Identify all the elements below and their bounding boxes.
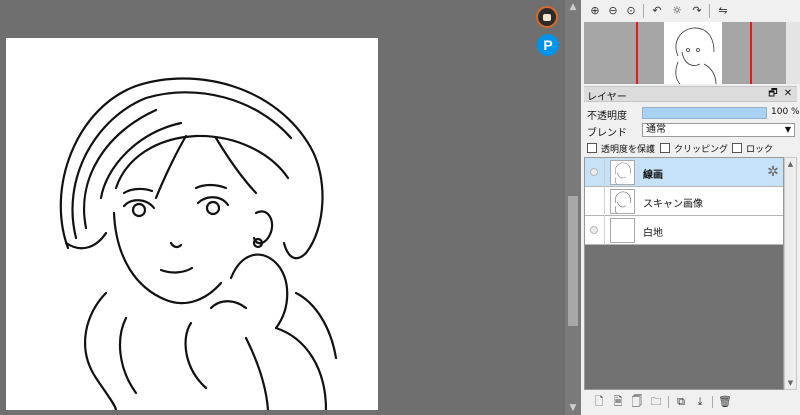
new-folder-icon[interactable]: 🗀 [649, 395, 663, 409]
flip-icon[interactable]: ⇋ [715, 3, 731, 19]
layer-panel-title: レイヤー [587, 92, 627, 103]
view-bound-left [636, 22, 638, 84]
zoom-out-icon[interactable]: ⊖ [605, 3, 621, 19]
toolbar-divider [668, 396, 669, 408]
merge-down-icon[interactable]: ⤓ [693, 395, 707, 409]
layer-panel-header: レイヤー 🗗 ✕ [584, 86, 797, 103]
navigator-toolbar: ⊕ ⊖ ⊙ ↶ ☼ ↷ ⇋ [581, 0, 800, 22]
opacity-label: 不透明度 [587, 111, 627, 122]
blend-label: ブレンド [587, 128, 627, 139]
opacity-slider[interactable] [642, 107, 767, 119]
layer-name: 白地 [643, 228, 663, 239]
new-layer-icon[interactable]: 🗋 [592, 395, 606, 409]
rotate-reset-icon[interactable]: ☼ [669, 3, 685, 19]
layer-row[interactable]: 白地 [585, 216, 783, 245]
zoom-in-icon[interactable]: ⊕ [587, 3, 603, 19]
scroll-down-arrow-icon[interactable]: ▼ [565, 401, 581, 415]
layer-name: 線画 [643, 170, 663, 181]
opacity-slider-fill [643, 108, 766, 118]
checkbox-label: 透明度を保護 [601, 145, 656, 155]
row-divider [604, 187, 605, 216]
delete-layer-icon[interactable]: 🗑 [718, 395, 732, 409]
checkbox-label: クリッピング [674, 145, 729, 155]
canvas-thumbnail [664, 22, 722, 85]
blend-mode-select[interactable]: 通常 ▼ [642, 123, 795, 137]
blend-mode-value: 通常 [646, 124, 666, 135]
protect-alpha-checkbox[interactable]: 透明度を保護 [587, 142, 667, 156]
toolbar-divider [709, 4, 710, 18]
opacity-value: 100 % [771, 107, 800, 117]
user-avatar[interactable] [536, 6, 558, 28]
row-divider [604, 216, 605, 245]
layer-row[interactable]: スキャン画像 [585, 187, 783, 216]
layer-thumbnail [610, 160, 635, 185]
drawing-canvas[interactable] [6, 38, 378, 412]
visibility-toggle-icon[interactable] [590, 226, 598, 234]
layer-list: 線画 ✲ スキャン画像 白地 [584, 157, 784, 390]
rotate-left-icon[interactable]: ↶ [649, 3, 665, 19]
checkbox-label: ロック [746, 145, 774, 155]
lock-checkbox[interactable]: ロック [732, 142, 782, 156]
right-panel: ⊕ ⊖ ⊙ ↶ ☼ ↷ ⇋ レイヤー 🗗 ✕ 不透明度 100 % ブレンド 通… [581, 0, 800, 415]
layer-row[interactable]: 線画 ✲ [585, 158, 783, 187]
toolbar-divider [643, 4, 644, 18]
chevron-down-icon: ▼ [784, 125, 791, 134]
view-bound-right [750, 22, 752, 84]
new-8bit-layer-icon[interactable]: 🗍 [630, 395, 644, 409]
layer-thumbnail-art [614, 191, 631, 214]
p-badge-icon[interactable]: P [537, 34, 559, 56]
line-art-drawing [59, 77, 338, 412]
duplicate-layer-icon[interactable]: ⧉ [674, 395, 688, 409]
layer-thumbnail-art [614, 162, 631, 185]
clipping-checkbox[interactable]: クリッピング [660, 142, 730, 156]
zoom-reset-icon[interactable]: ⊙ [623, 3, 639, 19]
layer-name: スキャン画像 [643, 199, 703, 210]
gear-icon[interactable]: ✲ [766, 164, 780, 180]
checkbox-box[interactable] [660, 143, 670, 153]
scroll-up-arrow-icon[interactable]: ▲ [565, 0, 581, 14]
scrollbar-thumb[interactable] [568, 196, 578, 326]
layer-bottom-toolbar: 🗋 🗎 🗍 🗀 ⧉ ⤓ 🗑 [584, 392, 797, 412]
toolbar-divider [712, 396, 713, 408]
navigator-scrollbar[interactable] [786, 22, 800, 84]
navigator-preview[interactable] [584, 22, 786, 85]
checkbox-box[interactable] [732, 143, 742, 153]
row-divider [604, 158, 605, 187]
close-icon[interactable]: ✕ [782, 87, 794, 101]
rotate-right-icon[interactable]: ↷ [689, 3, 705, 19]
layer-thumbnail [610, 218, 635, 243]
new-halftone-layer-icon[interactable]: 🗎 [611, 395, 625, 409]
checkbox-box[interactable] [587, 143, 597, 153]
visibility-toggle-icon[interactable] [590, 168, 598, 176]
layer-list-scrollbar[interactable]: ▲ ▼ [784, 157, 797, 390]
layer-thumbnail [610, 189, 635, 214]
scroll-down-arrow-icon[interactable]: ▼ [785, 377, 796, 389]
thumbnail-drawing [675, 27, 717, 85]
float-panel-icon[interactable]: 🗗 [767, 87, 779, 101]
canvas-workspace[interactable]: P [0, 0, 565, 415]
workspace-vertical-scrollbar[interactable]: ▲ ▼ [565, 0, 581, 415]
scroll-up-arrow-icon[interactable]: ▲ [785, 158, 796, 170]
